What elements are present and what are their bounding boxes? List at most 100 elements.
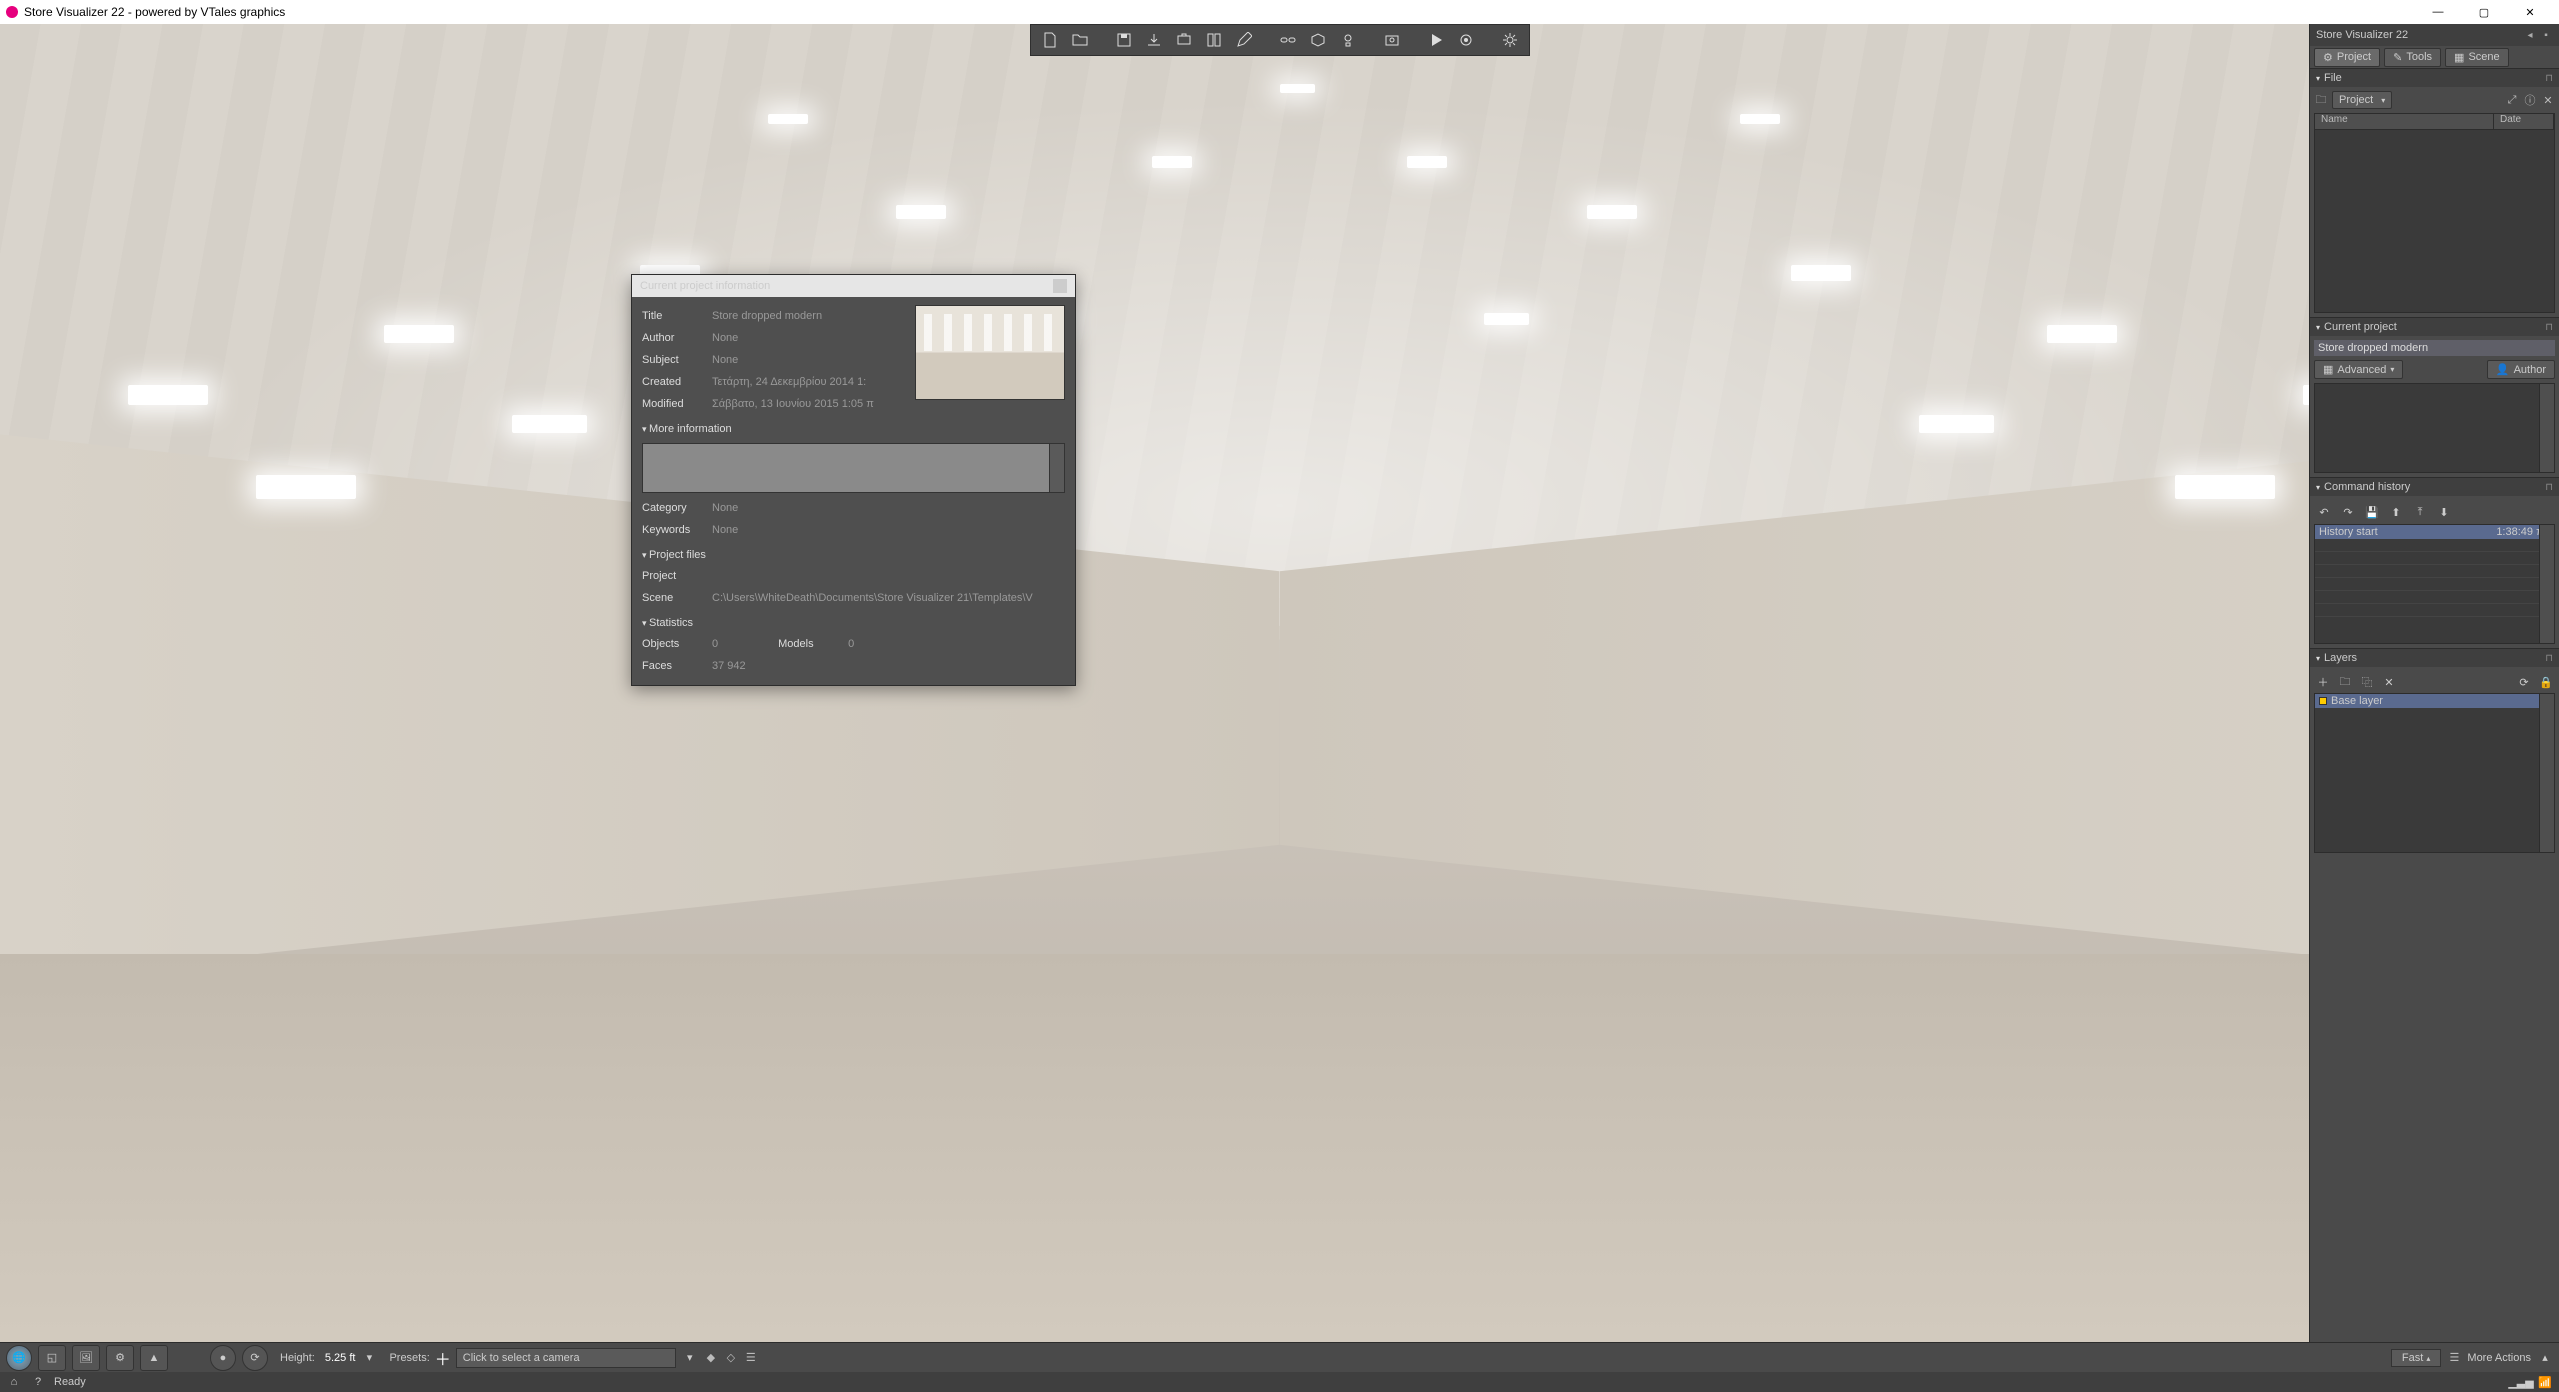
library-button[interactable] (1201, 27, 1227, 53)
help-icon[interactable]: ? (30, 1374, 46, 1390)
landscape-button[interactable]: ▲ (140, 1345, 168, 1371)
close-icon[interactable]: ✕ (2541, 93, 2555, 107)
tab-scene[interactable]: ▦Scene (2445, 48, 2509, 67)
new-file-button[interactable] (1037, 27, 1063, 53)
down-button[interactable]: ⬇ (2434, 502, 2454, 522)
import-button[interactable] (1141, 27, 1167, 53)
pencil-icon: ✎ (2393, 51, 2402, 64)
image-button[interactable]: 🖼 (72, 1345, 100, 1371)
settings-button[interactable] (1497, 27, 1523, 53)
up-button[interactable]: ⬆ (2386, 502, 2406, 522)
prev-camera-button[interactable]: ◆ (704, 1351, 718, 1365)
statistics-section[interactable]: Statistics Objects0 Models0 Faces37 942 (642, 613, 1065, 677)
duplicate-layer-button[interactable]: ⿻ (2358, 673, 2376, 691)
edit-layer-icon[interactable]: ✎ (2542, 696, 2550, 707)
layer-item[interactable]: Base layer✎ (2315, 694, 2554, 708)
add-layer-button[interactable]: ＋ (2314, 673, 2332, 691)
open-folder-button[interactable] (1067, 27, 1093, 53)
maximize-button[interactable]: ▢ (2461, 0, 2507, 24)
pin-icon[interactable]: ⊓ (2545, 482, 2553, 493)
render-mode-button[interactable]: ● (210, 1345, 236, 1371)
refresh-layers-button[interactable]: ⟳ (2515, 673, 2533, 691)
more-actions-dropdown[interactable]: ▴ (2537, 1351, 2553, 1364)
bottom-toolbar: 🌐 ◱ 🖼 ⚙ ▲ ● ⟳ Height: 5.25 ft ▾ Presets:… (0, 1342, 2559, 1372)
camera-select[interactable]: Click to select a camera (456, 1348, 676, 1368)
column-date[interactable]: Date (2494, 114, 2554, 129)
quality-dropdown[interactable]: Fast ▴ (2391, 1349, 2441, 1367)
project-files-toggle[interactable]: Project files (642, 545, 1065, 565)
column-name[interactable]: Name (2315, 114, 2494, 129)
project-info-header[interactable]: Current project information (632, 275, 1075, 297)
layers-header[interactable]: Layers⊓ (2310, 649, 2559, 667)
tab-tools[interactable]: ✎Tools (2384, 48, 2441, 67)
advanced-button[interactable]: ▦Advanced▾ (2314, 360, 2403, 379)
command-history-header[interactable]: Command history⊓ (2310, 478, 2559, 496)
more-information-toggle[interactable]: More information (642, 419, 1065, 439)
viewport-3d[interactable] (0, 24, 2559, 1392)
history-list[interactable]: History start1:38:49 πμ (2314, 524, 2555, 644)
save-button[interactable] (1111, 27, 1137, 53)
light-button[interactable] (1335, 27, 1361, 53)
file-section-header[interactable]: File⊓ (2310, 69, 2559, 87)
export-button[interactable] (1171, 27, 1197, 53)
gear-button[interactable]: ⚙ (106, 1345, 134, 1371)
play-button[interactable] (1423, 27, 1449, 53)
tab-project[interactable]: ⚙Project (2314, 48, 2380, 67)
redo-button[interactable]: ↷ (2338, 502, 2358, 522)
author-button[interactable]: 👤Author (2487, 360, 2555, 379)
delete-layer-button[interactable]: ✕ (2380, 673, 2398, 691)
more-actions-button[interactable]: More Actions (2467, 1352, 2531, 1364)
description-textarea[interactable] (642, 443, 1065, 493)
category-label: Category (642, 502, 712, 514)
next-camera-button[interactable]: ◇ (724, 1351, 738, 1365)
layers-list[interactable]: Base layer✎ (2314, 693, 2555, 853)
faces-label: Faces (642, 660, 712, 672)
pin-icon[interactable]: ⊓ (2545, 322, 2553, 333)
add-preset-button[interactable]: ＋ (436, 1351, 450, 1365)
scene-path-label: Scene (642, 592, 712, 604)
collapse-icon[interactable]: ◂ (2523, 28, 2537, 42)
cube-button[interactable]: ◱ (38, 1345, 66, 1371)
close-icon[interactable] (1053, 279, 1067, 293)
file-list[interactable]: NameDate (2314, 113, 2555, 313)
refresh-button[interactable]: ⟳ (242, 1345, 268, 1371)
undo-button[interactable]: ↶ (2314, 502, 2334, 522)
link-button[interactable] (1275, 27, 1301, 53)
project-path-label: Project (642, 570, 712, 582)
top-toolbar (1030, 24, 1530, 56)
home-icon[interactable]: ⌂ (6, 1374, 22, 1390)
expand-icon[interactable]: ⤢ (2505, 93, 2519, 107)
save-history-button[interactable]: 💾 (2362, 502, 2382, 522)
history-item[interactable]: History start1:38:49 πμ (2315, 525, 2554, 539)
play-settings-button[interactable] (1453, 27, 1479, 53)
view-options-button[interactable]: ☰ (2447, 1351, 2461, 1365)
more-information-section[interactable]: More information CategoryNone KeywordsNo… (642, 419, 1065, 541)
pin-icon[interactable]: ⊓ (2545, 653, 2553, 664)
models-label: Models (778, 638, 848, 650)
signal-icon[interactable]: 📶 (2537, 1374, 2553, 1390)
screenshot-button[interactable] (1379, 27, 1405, 53)
globe-button[interactable]: 🌐 (6, 1345, 32, 1371)
statistics-toggle[interactable]: Statistics (642, 613, 1065, 633)
info-icon[interactable]: ⓘ (2523, 93, 2537, 107)
top-button[interactable]: ⤒ (2410, 502, 2430, 522)
chart-icon[interactable]: ▁▃▅ (2513, 1374, 2529, 1390)
current-project-header[interactable]: Current project⊓ (2310, 318, 2559, 336)
pin-icon[interactable]: ▪ (2539, 28, 2553, 42)
minimize-button[interactable]: — (2415, 0, 2461, 24)
project-dropdown[interactable]: Project (2332, 91, 2392, 109)
lock-layers-button[interactable]: 🔒 (2537, 673, 2555, 691)
project-files-section[interactable]: Project files Project SceneC:\Users\Whit… (642, 545, 1065, 609)
pin-icon[interactable]: ⊓ (2545, 73, 2553, 84)
scene-path-value: C:\Users\WhiteDeath\Documents\Store Visu… (712, 592, 1065, 604)
height-dropdown[interactable]: ▾ (361, 1351, 377, 1364)
camera-list-button[interactable]: ☰ (744, 1351, 758, 1365)
package-button[interactable] (1305, 27, 1331, 53)
edit-button[interactable] (1231, 27, 1257, 53)
project-items-list[interactable] (2314, 383, 2555, 473)
camera-dropdown[interactable]: ▾ (682, 1351, 698, 1364)
category-value: None (712, 502, 1065, 514)
folder-layer-button[interactable]: 🗀 (2336, 673, 2354, 691)
project-info-panel[interactable]: Current project information TitleStore d… (631, 274, 1076, 686)
close-button[interactable]: ✕ (2507, 0, 2553, 24)
